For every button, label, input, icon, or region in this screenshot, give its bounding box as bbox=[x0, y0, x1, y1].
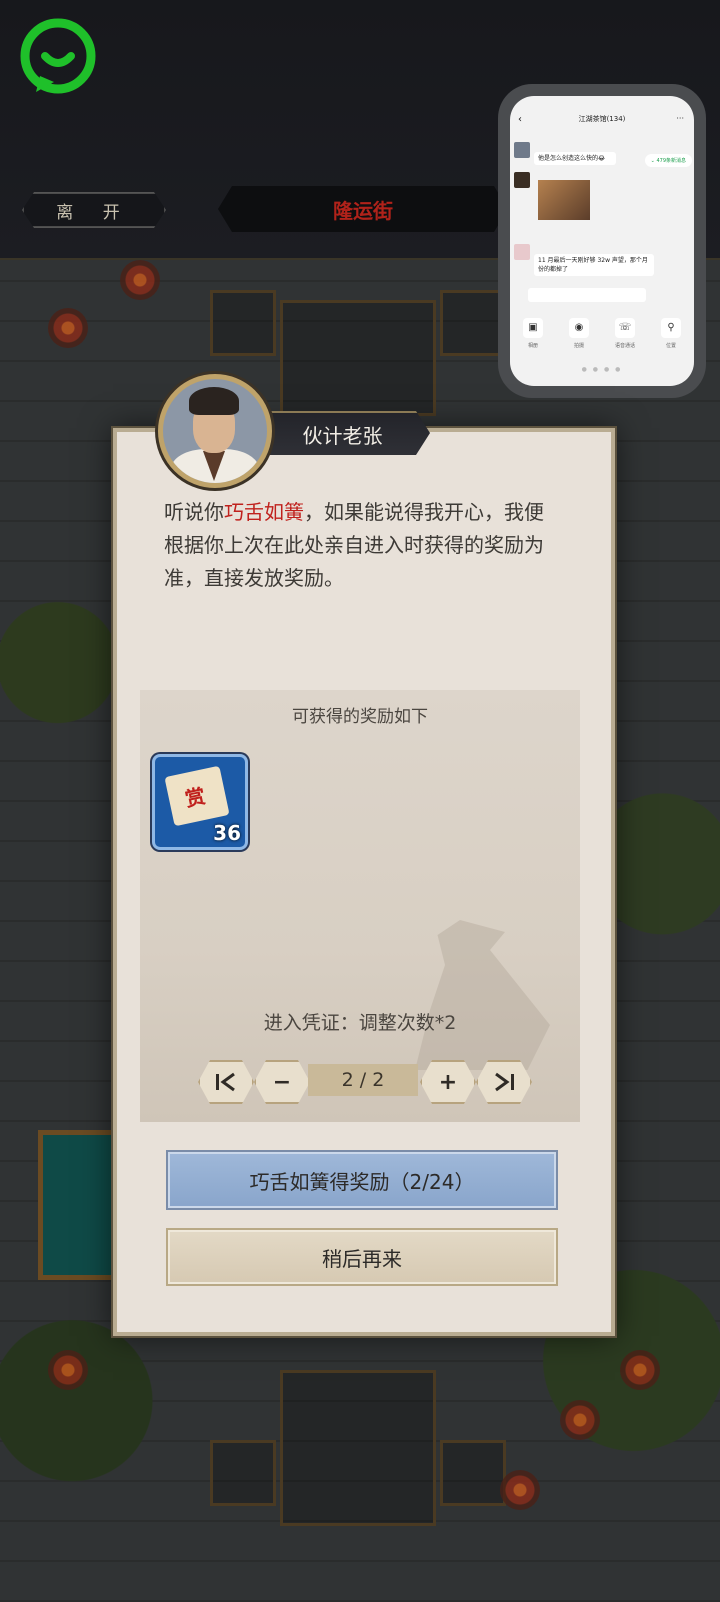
npc-portrait bbox=[158, 374, 272, 488]
flower-decoration bbox=[48, 308, 88, 348]
chat-message: 11 月最后一天刚好够 32w 声望，那个月份的都掉了 bbox=[534, 254, 654, 276]
location-action[interactable]: ⚲ 位置 bbox=[657, 318, 685, 358]
reward-scroll-icon bbox=[164, 765, 230, 827]
avatar bbox=[514, 142, 530, 158]
floor-tile bbox=[440, 1440, 506, 1506]
floor-tile bbox=[280, 300, 436, 416]
last-page-icon bbox=[492, 1072, 516, 1092]
come-back-later-button[interactable]: 稍后再来 bbox=[166, 1228, 558, 1286]
first-page-button[interactable] bbox=[198, 1060, 254, 1104]
claim-reward-button[interactable]: 巧舌如簧得奖励（2/24） bbox=[166, 1150, 558, 1210]
increase-button[interactable]: + bbox=[420, 1060, 476, 1104]
flower-decoration bbox=[560, 1400, 600, 1440]
more-icon[interactable]: ··· bbox=[676, 114, 684, 123]
flower-decoration bbox=[620, 1350, 660, 1390]
page-count: 2 / 2 bbox=[308, 1064, 418, 1096]
image-icon: ▣ bbox=[523, 318, 543, 338]
decrease-button[interactable]: − bbox=[254, 1060, 310, 1104]
floor-tile bbox=[440, 290, 506, 356]
chat-input[interactable] bbox=[528, 288, 646, 302]
chat-header: ‹ 江湖茶馆(134) ··· bbox=[510, 114, 694, 130]
chat-image[interactable] bbox=[538, 180, 590, 220]
unread-notice[interactable]: ⌄ 479条新消息 bbox=[644, 154, 692, 167]
reward-item[interactable]: 36 bbox=[152, 754, 248, 850]
flower-decoration bbox=[120, 260, 160, 300]
flower-decoration bbox=[500, 1470, 540, 1510]
location-title: 隆运街 bbox=[218, 186, 508, 232]
location-pin-icon: ⚲ bbox=[661, 318, 681, 338]
chat-message: 他是怎么创造这么快的😂 bbox=[534, 152, 616, 165]
avatar bbox=[514, 244, 530, 260]
chat-app-logo-icon[interactable] bbox=[18, 18, 98, 98]
floating-chat-window[interactable]: ‹ 江湖茶馆(134) ··· 他是怎么创造这么快的😂 ⌄ 479条新消息 11… bbox=[498, 84, 706, 398]
leave-button[interactable]: 离 开 bbox=[22, 192, 166, 228]
reward-panel: 可获得的奖励如下 36 进入凭证：调整次数*2 − 2 / 2 + bbox=[140, 690, 580, 1122]
camera-action[interactable]: ◉ 拍摄 bbox=[565, 318, 593, 358]
avatar bbox=[514, 172, 530, 188]
quantity-pager: − 2 / 2 + bbox=[198, 1060, 528, 1100]
chat-actions: ▣ 相册 ◉ 拍摄 ☏ 语音通话 ⚲ 位置 bbox=[510, 318, 694, 358]
npc-name: 伙计老张 bbox=[255, 411, 430, 455]
back-icon[interactable]: ‹ bbox=[518, 114, 522, 125]
chat-preview: ‹ 江湖茶馆(134) ··· 他是怎么创造这么快的😂 ⌄ 479条新消息 11… bbox=[510, 96, 694, 386]
call-action[interactable]: ☏ 语音通话 bbox=[611, 318, 639, 358]
flower-decoration bbox=[48, 1350, 88, 1390]
floor-tile bbox=[210, 1440, 276, 1506]
last-page-button[interactable] bbox=[476, 1060, 532, 1104]
chat-title: 江湖茶馆(134) bbox=[578, 115, 626, 123]
item-count: 36 bbox=[213, 821, 241, 845]
highlight-text: 巧舌如簧 bbox=[224, 500, 304, 524]
floor-tile bbox=[210, 290, 276, 356]
page-dots: ● ● ● ● bbox=[581, 366, 623, 373]
floor-tile bbox=[280, 1370, 436, 1526]
first-page-icon bbox=[214, 1072, 238, 1092]
camera-icon: ◉ bbox=[569, 318, 589, 338]
reward-title: 可获得的奖励如下 bbox=[292, 707, 428, 727]
phone-icon: ☏ bbox=[615, 318, 635, 338]
album-action[interactable]: ▣ 相册 bbox=[519, 318, 547, 358]
fisherman-silhouette-decoration bbox=[415, 920, 550, 1070]
entry-requirement: 进入凭证：调整次数*2 bbox=[263, 1012, 457, 1034]
dialog-text: 听说你巧舌如簧，如果能说得我开心，我便根据你上次在此处亲自进入时获得的奖励为准，… bbox=[164, 500, 544, 590]
